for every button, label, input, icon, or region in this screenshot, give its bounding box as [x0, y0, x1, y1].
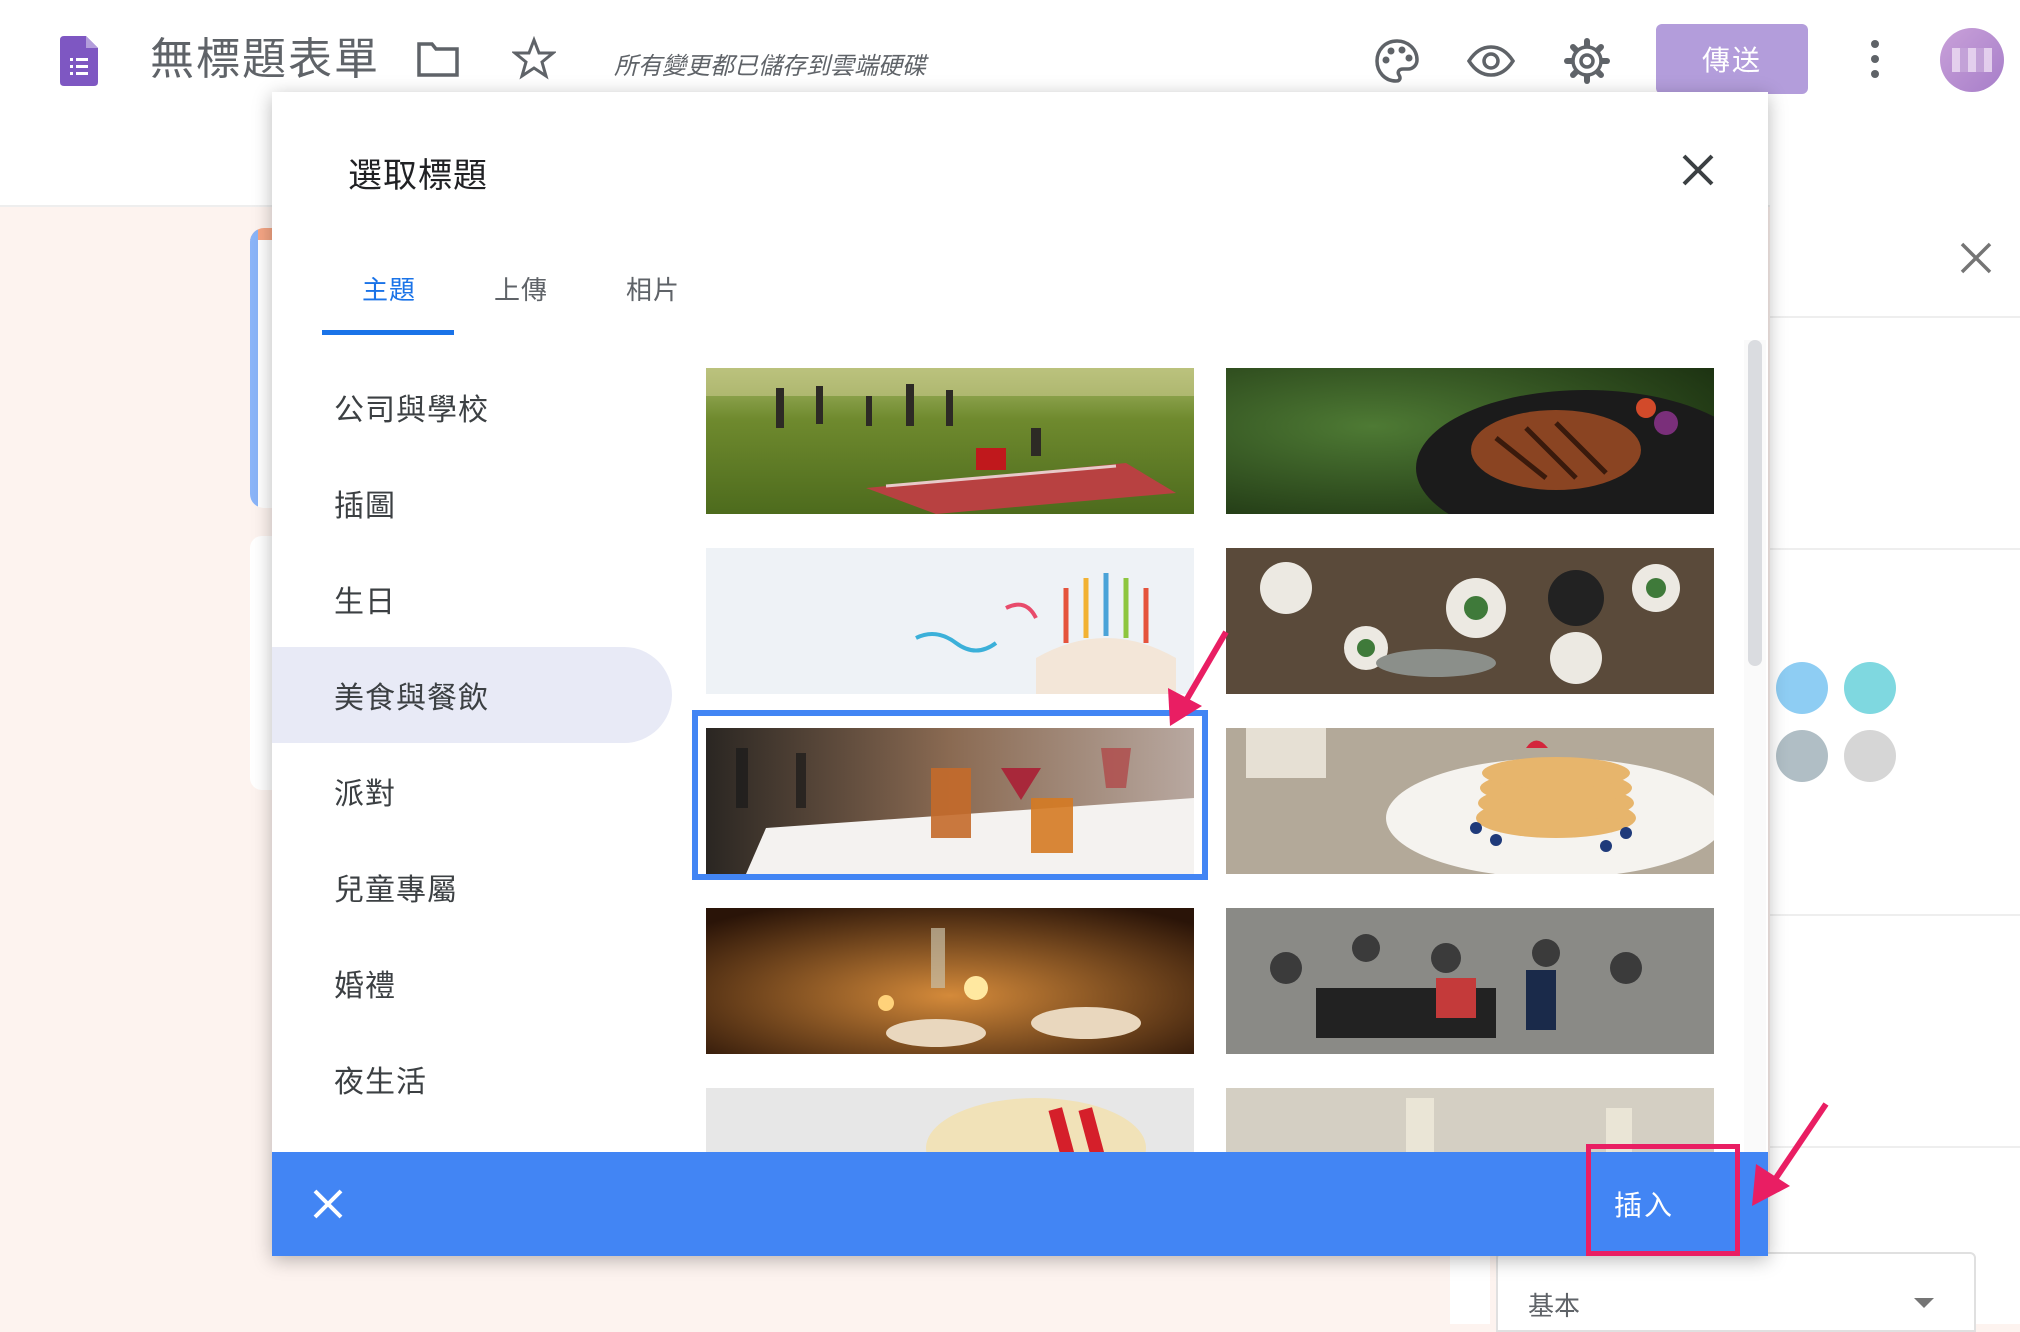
theme-image-birthday-cake[interactable] — [706, 548, 1194, 694]
chevron-down-icon — [1914, 1298, 1934, 1308]
gear-icon[interactable] — [1560, 34, 1614, 88]
font-style-value: 基本 — [1528, 1292, 1581, 1322]
theme-image-party-crowd[interactable] — [1226, 908, 1714, 1054]
select-header-dialog: 選取標題 主題 上傳 相片 公司與學校 插圖 生日 美食與餐飲 派對 兒童專屬 … — [272, 92, 1768, 1256]
category-party[interactable]: 派對 — [272, 743, 672, 839]
divider — [1770, 548, 2020, 550]
category-company-school[interactable]: 公司與學校 — [272, 359, 672, 455]
tab-theme[interactable]: 主題 — [362, 270, 416, 307]
color-swatch[interactable] — [1844, 662, 1896, 714]
tab-photos[interactable]: 相片 — [626, 270, 680, 307]
category-nightlife[interactable]: 夜生活 — [272, 1031, 672, 1127]
theme-image-candlelight-dinner[interactable] — [706, 908, 1194, 1054]
dialog-footer: 插入 — [272, 1152, 1768, 1256]
category-kids[interactable]: 兒童專屬 — [272, 839, 672, 935]
theme-image-pancakes[interactable] — [1226, 728, 1714, 874]
selected-image-frame — [692, 710, 1208, 880]
close-icon[interactable] — [310, 1186, 346, 1222]
more-vert-icon[interactable] — [1860, 34, 1890, 84]
divider — [1770, 316, 2020, 318]
theme-image-picnic[interactable] — [706, 368, 1194, 514]
category-illustration[interactable]: 插圖 — [272, 455, 672, 551]
tab-upload[interactable]: 上傳 — [494, 270, 548, 307]
folder-icon[interactable] — [416, 40, 460, 78]
scrollbar-thumb[interactable] — [1748, 340, 1762, 666]
color-swatch[interactable] — [1776, 662, 1828, 714]
dialog-title: 選取標題 — [348, 156, 488, 196]
star-icon[interactable] — [512, 36, 556, 80]
avatar[interactable] — [1940, 28, 2004, 92]
color-swatch[interactable] — [1844, 730, 1896, 782]
theme-image-bbq-steak[interactable] — [1226, 368, 1714, 514]
divider — [1770, 914, 2020, 916]
forms-logo-icon[interactable] — [60, 36, 98, 86]
annotation-arrow-icon — [1752, 1102, 1829, 1206]
save-status: 所有變更都已儲存到雲端硬碟 — [614, 52, 926, 80]
active-tab-indicator — [322, 330, 454, 335]
annotation-arrow-icon — [1168, 630, 1229, 726]
panel-edge — [1450, 1250, 1490, 1324]
color-swatch[interactable] — [1776, 730, 1828, 782]
font-style-select[interactable]: 基本 — [1496, 1252, 1976, 1332]
eye-icon[interactable] — [1464, 34, 1518, 88]
theme-image-dinner-table[interactable] — [1226, 548, 1714, 694]
category-wedding[interactable]: 婚禮 — [272, 935, 672, 1031]
close-icon[interactable] — [1676, 148, 1720, 192]
send-button[interactable]: 傳送 — [1656, 24, 1808, 94]
close-icon[interactable] — [1956, 238, 1996, 278]
form-title[interactable]: 無標題表單 — [150, 30, 380, 90]
palette-icon[interactable] — [1370, 34, 1424, 88]
insert-highlight-box — [1586, 1144, 1740, 1256]
category-birthday[interactable]: 生日 — [272, 551, 672, 647]
category-food-dining[interactable]: 美食與餐飲 — [272, 647, 672, 743]
